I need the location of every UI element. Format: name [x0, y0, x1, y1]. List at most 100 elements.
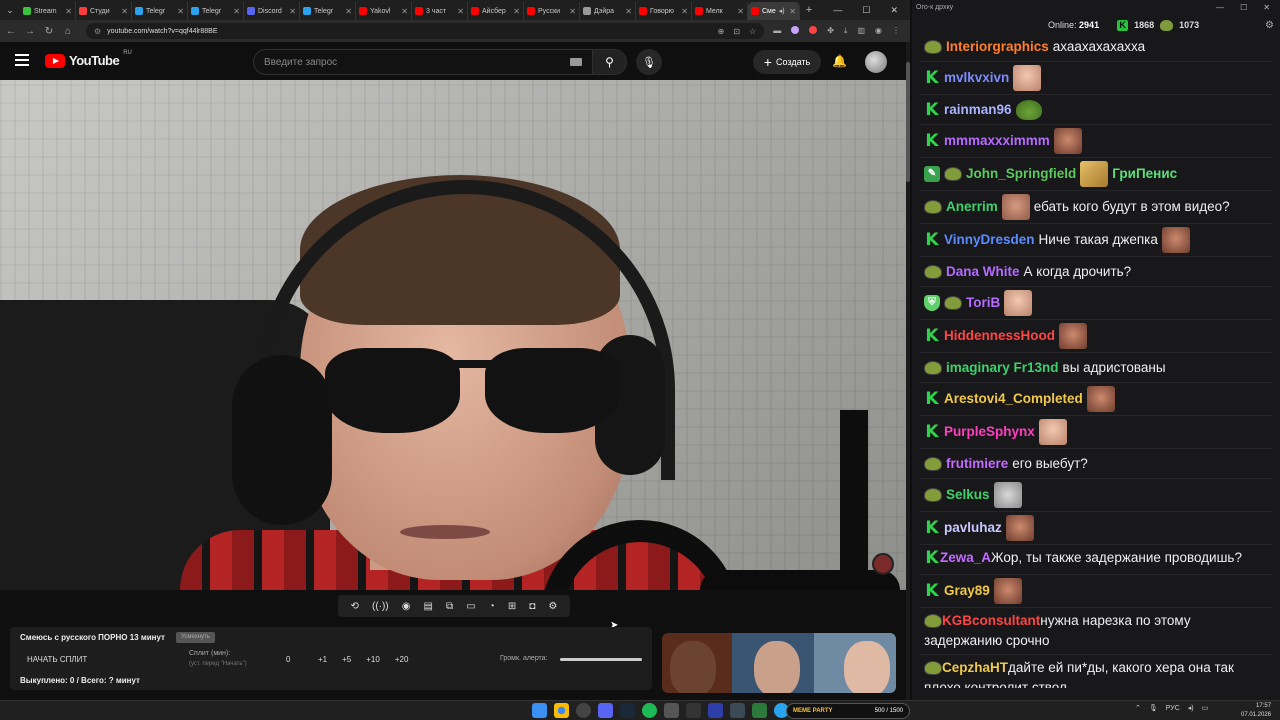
notifications-bell-icon[interactable]: 🔔	[832, 54, 847, 68]
browser-tab[interactable]: Stream ✕	[20, 2, 76, 20]
download-icon[interactable]: ⤓	[844, 26, 848, 36]
tab-close-icon[interactable]: ✕	[789, 7, 796, 16]
browser-tab[interactable]: Говорю ✕	[636, 2, 692, 20]
alert-volume-slider[interactable]	[560, 658, 642, 661]
browser-tab[interactable]: Мелк ✕	[692, 2, 748, 20]
chat-username[interactable]: Arestovi4_Completed	[944, 389, 1083, 409]
recommended-thumbnail[interactable]	[662, 633, 896, 693]
menu-hamburger-icon[interactable]	[15, 54, 29, 66]
spotify-icon[interactable]	[642, 703, 657, 718]
browser-menu-icon[interactable]: ⋮	[892, 26, 900, 36]
tab-close-icon[interactable]: ✕	[289, 7, 296, 16]
tab-active[interactable]: Сме ◂) ✕	[748, 2, 800, 20]
forward-icon[interactable]: →	[25, 26, 35, 37]
youtube-logo[interactable]: YouTube RU	[45, 50, 132, 68]
channel-watermark-icon[interactable]	[872, 553, 894, 575]
screenshot-camera-icon[interactable]: ◘	[529, 601, 535, 612]
chat-username[interactable]: KGBconsultant	[942, 613, 1040, 628]
install-icon[interactable]: ⊡	[733, 27, 740, 36]
chat-message-list[interactable]: Interiorgraphics ахаахахахахха Kmvlkvxivn K…	[920, 32, 1272, 688]
tab-close-icon[interactable]: ✕	[121, 7, 128, 16]
tab-close-icon[interactable]: ✕	[513, 7, 520, 16]
split-value[interactable]: 0	[286, 655, 290, 664]
volume-icon[interactable]: ◂)	[1188, 704, 1194, 712]
search-input[interactable]: Введите запрос	[253, 49, 593, 75]
tab-close-icon[interactable]: ✕	[345, 7, 352, 16]
app-icon-1[interactable]	[664, 703, 679, 718]
back-icon[interactable]: ←	[6, 26, 16, 37]
video-player[interactable]	[0, 80, 906, 590]
browser-tab[interactable]: Telegr ✕	[132, 2, 188, 20]
page-scrollbar[interactable]	[906, 42, 910, 700]
split-view-icon[interactable]: ▥	[857, 26, 865, 36]
discord-icon[interactable]	[598, 703, 613, 718]
browser-tab[interactable]: Yakovl ✕	[356, 2, 412, 20]
chat-username[interactable]: mmmaxxximmm	[944, 131, 1050, 151]
extension-icon-1[interactable]: ▬	[773, 26, 781, 36]
increment-button[interactable]: +1	[318, 655, 327, 664]
extension-icon-3[interactable]	[809, 26, 818, 34]
reload-icon[interactable]: ↻	[44, 26, 54, 37]
chat-username[interactable]: imaginary Fr13nd	[946, 358, 1059, 378]
obs-icon[interactable]	[576, 703, 591, 718]
extensions-puzzle-icon[interactable]: ✤	[827, 26, 834, 36]
chat-username[interactable]: PurpleSphynx	[944, 422, 1035, 442]
tab-close-icon[interactable]: ✕	[177, 7, 184, 16]
tab-close-icon[interactable]: ✕	[681, 7, 688, 16]
chat-username[interactable]: Selkus	[946, 485, 990, 505]
browser-tab[interactable]: Discord ✕	[244, 2, 300, 20]
language-indicator[interactable]: РУС	[1166, 705, 1180, 712]
chat-username[interactable]: frutimiere	[946, 454, 1008, 474]
media-player-icon[interactable]	[708, 703, 723, 718]
app-icon-4[interactable]	[752, 703, 767, 718]
browser-tab[interactable]: Дэйра ✕	[580, 2, 636, 20]
close-window-button[interactable]: ✕	[890, 5, 898, 16]
keyboard-icon[interactable]	[570, 58, 582, 66]
home-icon[interactable]: ⌂	[63, 26, 73, 37]
chat-settings-icon[interactable]: ⚙	[1265, 20, 1274, 31]
loop-icon[interactable]: ⟲	[351, 601, 359, 612]
film-icon[interactable]: ▤	[424, 601, 433, 612]
start-split-button[interactable]: НАЧАТЬ СПЛИТ	[27, 655, 87, 664]
site-info-icon[interactable]: ⚙	[94, 27, 101, 36]
chat-close-button[interactable]: ✕	[1263, 3, 1270, 12]
chat-username[interactable]: Anerrim	[946, 197, 998, 217]
browser-tab[interactable]: Студи ✕	[76, 2, 132, 20]
tab-close-icon[interactable]: ✕	[569, 7, 576, 16]
extension-icon-2[interactable]	[791, 26, 800, 34]
maximize-button[interactable]: ☐	[862, 5, 870, 16]
tab-close-icon[interactable]: ✕	[625, 7, 632, 16]
chat-username[interactable]: ToriB	[966, 293, 1000, 313]
chat-username[interactable]: CepzhaHT	[942, 660, 1008, 675]
increment-button[interactable]: +20	[395, 655, 409, 664]
chat-username[interactable]: Zewa_A	[940, 550, 991, 565]
chat-username[interactable]: mvlkvxivn	[944, 68, 1009, 88]
minimize-button[interactable]: —	[833, 5, 842, 16]
browser-tab[interactable]: Айсбер ✕	[468, 2, 524, 20]
chat-minimize-button[interactable]: —	[1216, 3, 1224, 12]
eye-icon[interactable]: ◉	[402, 601, 411, 612]
browser-tab[interactable]: Русски ✕	[524, 2, 580, 20]
tab-search-icon[interactable]: ⌄	[0, 0, 20, 20]
battery-icon[interactable]: ▭	[1202, 704, 1209, 712]
zoom-icon[interactable]: ⊕	[718, 27, 725, 36]
url-field[interactable]: ⚙ youtube.com/watch?v=qqf44lr88BE ⊕ ⊡ ☆	[86, 23, 765, 39]
audio-icon[interactable]: ((·))	[372, 601, 389, 612]
steam-icon[interactable]	[620, 703, 635, 718]
create-button[interactable]: + Создать	[753, 50, 821, 74]
tray-expand-icon[interactable]: ⌃	[1135, 704, 1141, 712]
profile-icon[interactable]: ◉	[875, 26, 882, 36]
chat-username[interactable]: John_Springfield	[966, 164, 1076, 184]
pip-icon[interactable]: ⧉	[446, 601, 453, 612]
settings-gear-icon[interactable]: ⚙	[548, 601, 557, 612]
chat-username[interactable]: VinnyDresden	[944, 230, 1035, 250]
browser-tab[interactable]: 3 част ✕	[412, 2, 468, 20]
cinema-icon[interactable]: ▭	[466, 601, 475, 612]
app-icon-3[interactable]	[730, 703, 745, 718]
chat-username[interactable]: pavluhaz	[944, 518, 1002, 538]
meme-party-widget[interactable]: MEME PARTY 500 / 1500	[786, 703, 910, 719]
tab-close-icon[interactable]: ✕	[457, 7, 464, 16]
account-avatar[interactable]	[865, 51, 887, 73]
chat-username[interactable]: Dana White	[946, 262, 1020, 282]
tab-close-icon[interactable]: ✕	[65, 7, 72, 16]
